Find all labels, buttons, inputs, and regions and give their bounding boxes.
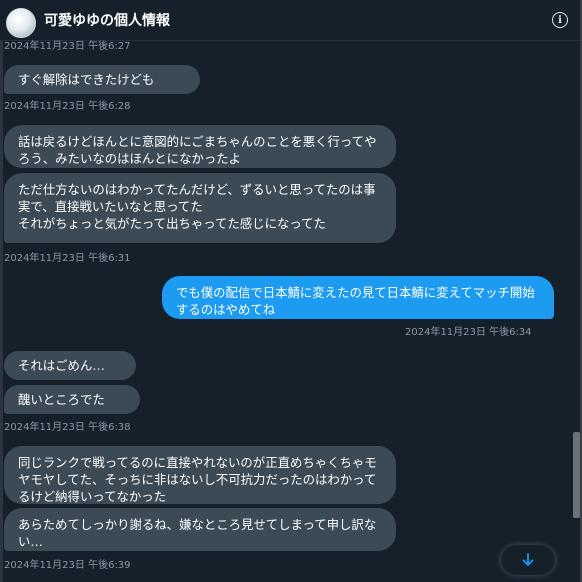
info-icon[interactable]: i [552,12,568,28]
message-timestamp: 2024年11月23日 午後6:34 [405,327,532,338]
message-text: 醜いところでた [18,392,105,407]
conversation-header: 可愛ゆゆの個人情報 i [0,0,582,41]
message-text: ただ仕方ないのはわかってたんだけど、ずるいと思ってたのは事実で、直接戦いたいなと… [18,182,376,231]
message-text: あらためてしっかり謝るね、嫌なところ見せてしまって申し訳ない… [18,517,377,549]
scrollbar-thumb[interactable] [573,432,580,518]
message-timestamp: 2024年11月23日 午後6:28 [4,101,131,112]
received-message[interactable]: ただ仕方ないのはわかってたんだけど、ずるいと思ってたのは事実で、直接戦いたいなと… [4,173,396,243]
message-timestamp: 2024年11月23日 午後6:27 [4,41,131,52]
message-text: でも僕の配信で日本鯖に変えたの見て日本鯖に変えてマッチ開始するのはやめてね [176,285,535,317]
message-text: それはごめん… [18,358,105,373]
received-message[interactable]: 話は戻るけどほんとに意図的にごまちゃんのことを悪く行ってやろう、みたいなのはほん… [4,125,396,168]
arrow-down-icon [522,553,534,566]
received-message[interactable]: あらためてしっかり謝るね、嫌なところ見せてしまって申し訳ない… [4,508,396,551]
message-timestamp: 2024年11月23日 午後6:31 [4,253,131,264]
message-timestamp: 2024年11月23日 午後6:39 [4,560,131,571]
received-message[interactable]: 同じランクで戦ってるのに直接やれないのが正直めちゃくちゃモヤモヤしてた、そっちに… [4,446,396,504]
message-text: 同じランクで戦ってるのに直接やれないのが正直めちゃくちゃモヤモヤしてた、そっちに… [18,455,377,504]
received-message[interactable]: すぐ解除はできたけども [4,65,200,94]
received-message[interactable]: それはごめん… [4,351,136,380]
sent-message[interactable]: でも僕の配信で日本鯖に変えたの見て日本鯖に変えてマッチ開始するのはやめてね [162,276,554,319]
avatar[interactable] [6,8,36,38]
message-text: すぐ解除はできたけども [18,72,155,87]
received-message[interactable]: 醜いところでた [4,385,140,414]
message-text: 話は戻るけどほんとに意図的にごまちゃんのことを悪く行ってやろう、みたいなのはほん… [18,134,377,166]
window-left-edge [0,0,3,582]
message-timestamp: 2024年11月23日 午後6:38 [4,422,131,433]
conversation-title[interactable]: 可愛ゆゆの個人情報 [44,10,170,30]
scroll-to-bottom-button[interactable] [501,545,555,575]
